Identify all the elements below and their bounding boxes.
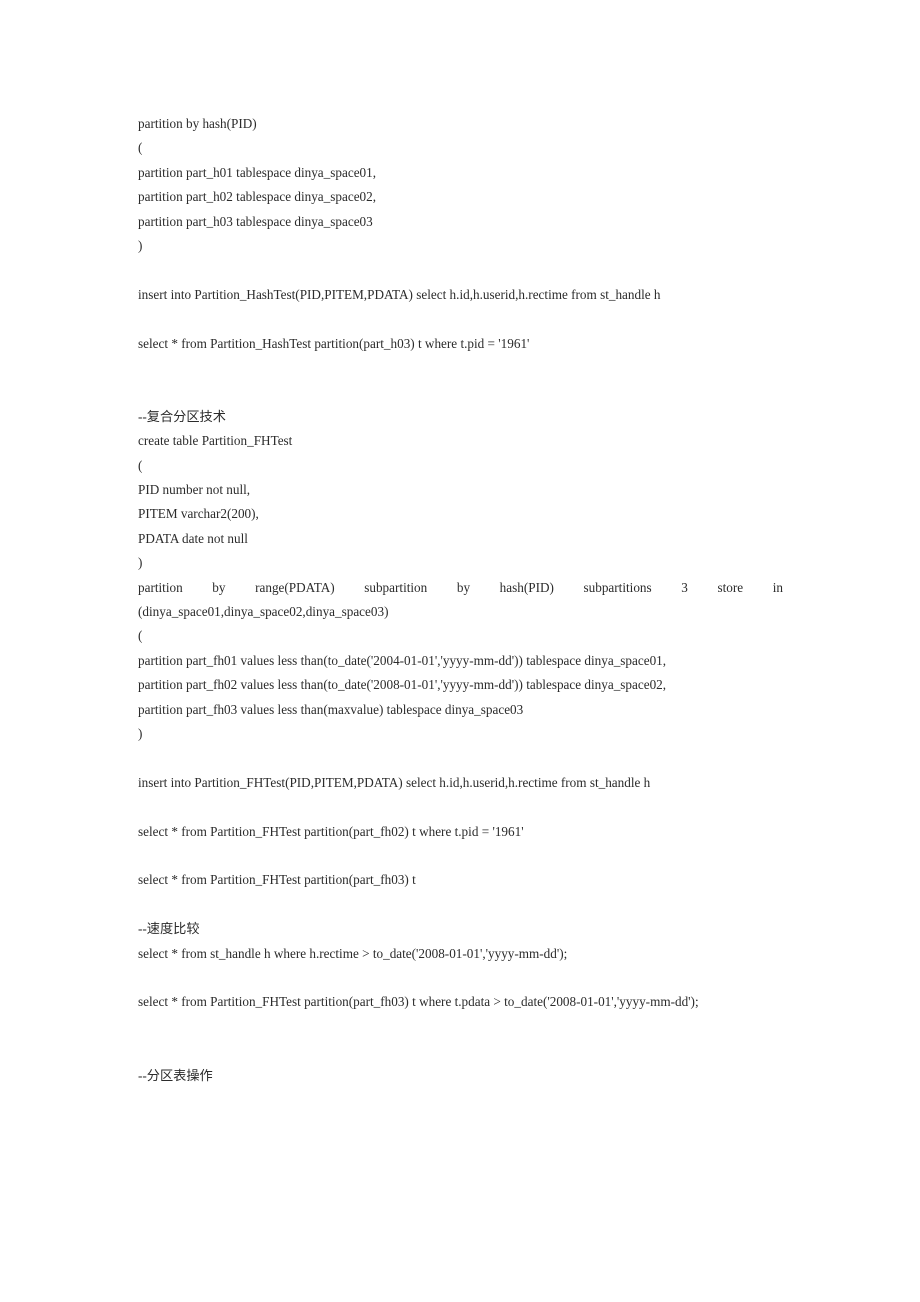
text-line: partition part_h02 tablespace dinya_spac… <box>138 189 377 205</box>
text-line: insert into Partition_FHTest(PID,PITEM,P… <box>138 774 651 790</box>
text-line: partition part_fh01 values less than(to_… <box>138 652 667 668</box>
text-line: partition part_h01 tablespace dinya_spac… <box>138 164 377 180</box>
text-line: select * from Partition_FHTest partition… <box>138 994 699 1010</box>
text-line: --分区表操作 <box>138 1067 213 1083</box>
text-line: partition part_fh02 values less than(to_… <box>138 677 667 693</box>
text-line: select * from Partition_FHTest partition… <box>138 872 416 888</box>
text-line: ( <box>138 457 143 473</box>
text-line: PITEM varchar2(200), <box>138 506 259 522</box>
text-line: partition part_h03 tablespace dinya_spac… <box>138 213 373 229</box>
text-line: PID number not null, <box>138 482 251 498</box>
text-line: select * from st_handle h where h.rectim… <box>138 945 568 961</box>
text-line: --速度比较 <box>138 921 200 937</box>
text-line: partition by hash(PID) <box>138 116 257 131</box>
text-line: --复合分区技术 <box>138 408 226 424</box>
text-line: select * from Partition_HashTest partiti… <box>138 335 530 351</box>
text-line: partition part_fh03 values less than(max… <box>138 701 524 717</box>
text-line: ) <box>138 238 143 254</box>
document-page: partition by hash(PID) ( partition part_h0… <box>0 0 920 1302</box>
text-line: ( <box>138 628 143 644</box>
text-line: select * from Partition_FHTest partition… <box>138 823 524 839</box>
text-line: ) <box>138 555 143 571</box>
text-line: ) <box>138 726 143 742</box>
text-line: ( <box>138 140 143 156</box>
text-line: create table Partition_FHTest <box>138 433 293 449</box>
text-line: partition by range(PDATA) subpartition b… <box>138 579 783 620</box>
text-line: PDATA date not null <box>138 530 248 546</box>
text-line: insert into Partition_HashTest(PID,PITEM… <box>138 286 661 302</box>
document-text-body: partition by hash(PID) ( partition part_h0… <box>138 112 783 1088</box>
